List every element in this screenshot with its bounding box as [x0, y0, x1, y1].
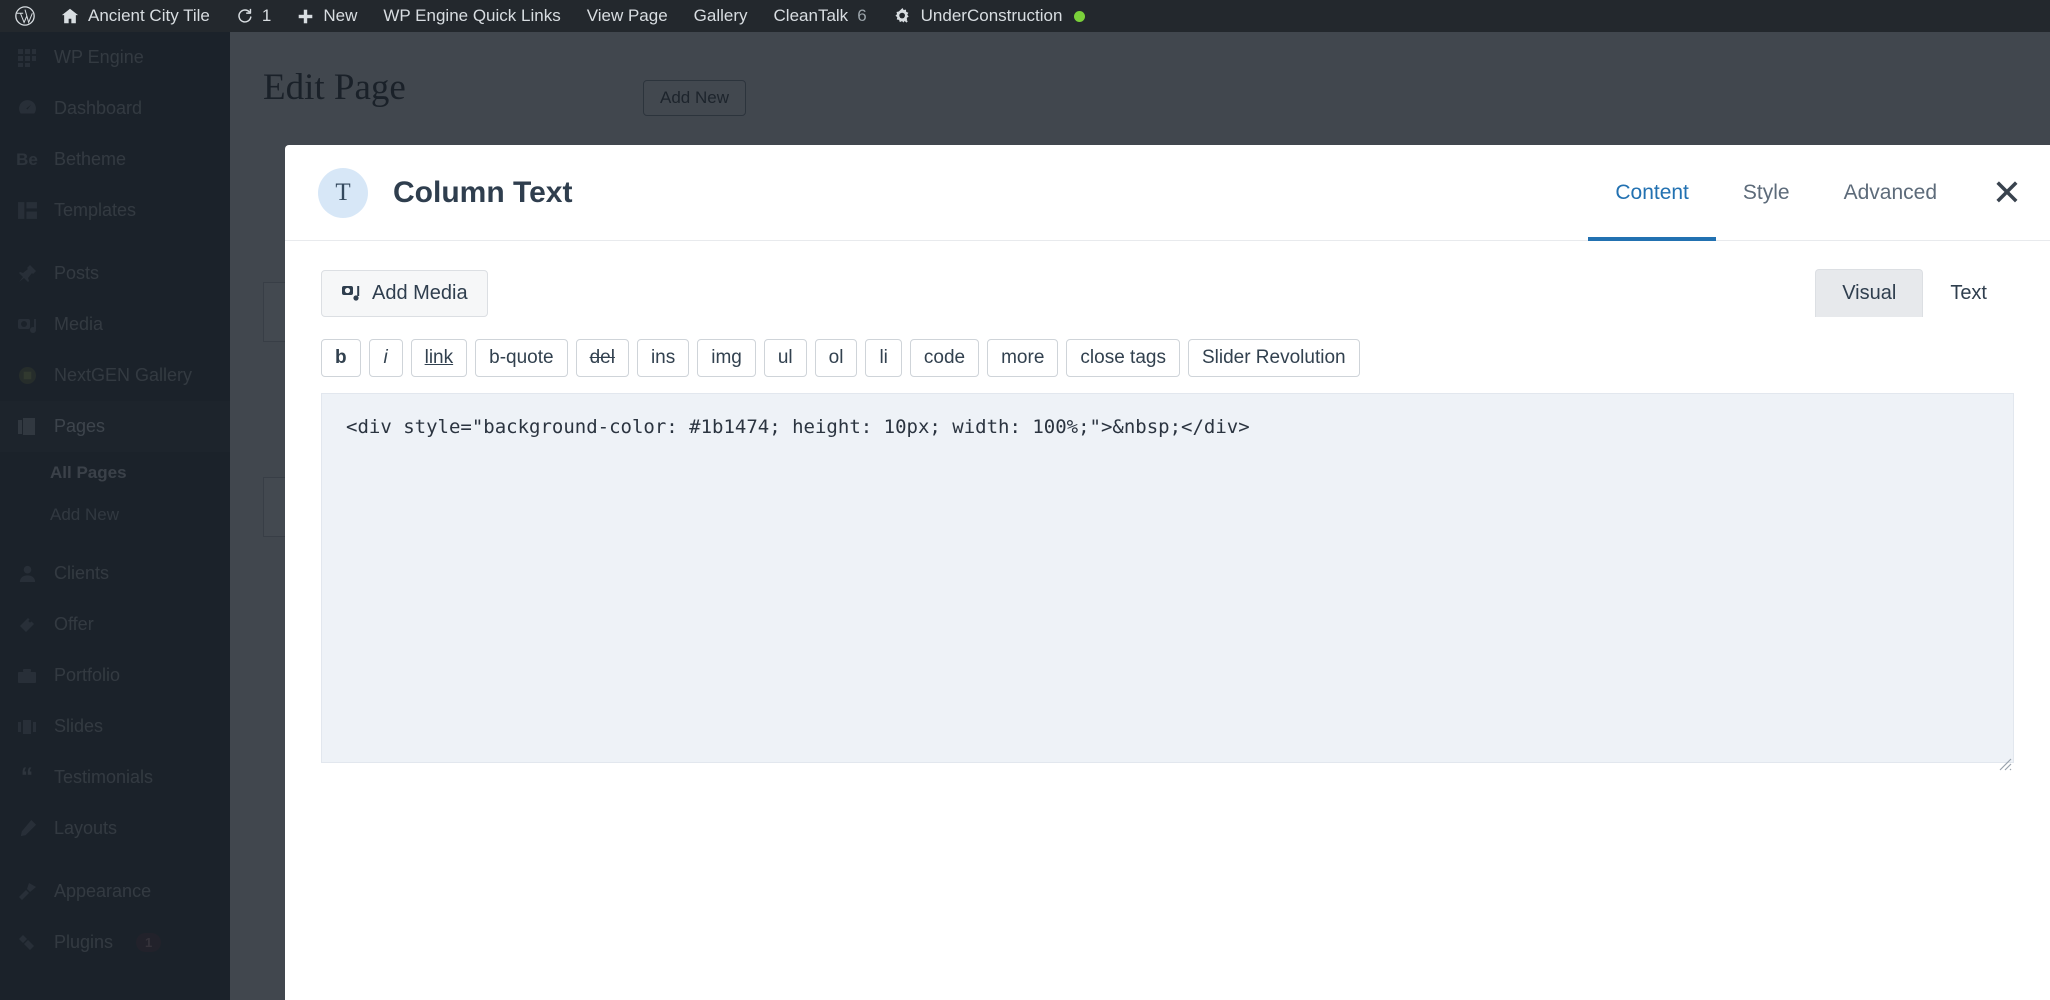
- wp-engine-quick-links-label: WP Engine Quick Links: [383, 6, 561, 25]
- quicktag-slider-revolution[interactable]: Slider Revolution: [1187, 339, 1360, 377]
- cleantalk-button[interactable]: CleanTalk 6: [761, 0, 880, 32]
- editor-topbar: Add Media Visual Text: [321, 269, 2014, 317]
- view-page-label: View Page: [586, 6, 668, 25]
- modal-title: Column Text: [393, 175, 573, 209]
- plus-icon: [297, 8, 314, 25]
- tab-style[interactable]: Style: [1716, 145, 1817, 241]
- close-icon[interactable]: ✕: [1964, 145, 2050, 241]
- visual-mode-button[interactable]: Visual: [1815, 269, 1924, 317]
- quicktag-more[interactable]: more: [987, 339, 1059, 377]
- quicktag-code[interactable]: code: [909, 339, 980, 377]
- gallery-label: Gallery: [693, 6, 748, 25]
- gear-search-icon: [893, 7, 912, 26]
- quicktag-ol[interactable]: ol: [814, 339, 858, 377]
- wordpress-logo-button[interactable]: [0, 0, 48, 32]
- gallery-button[interactable]: Gallery: [681, 0, 761, 32]
- tab-label: Advanced: [1843, 180, 1937, 204]
- add-media-label: Add Media: [372, 281, 468, 304]
- underconstruction-label: UnderConstruction: [920, 6, 1063, 25]
- updates-button[interactable]: 1: [223, 0, 284, 32]
- site-name-label: Ancient City Tile: [88, 6, 210, 25]
- tab-content[interactable]: Content: [1588, 145, 1716, 241]
- quicktag-b-quote[interactable]: b-quote: [475, 339, 568, 377]
- column-text-modal: T Column Text Content Style Advanced ✕ A…: [285, 145, 2050, 1000]
- quicktag-li[interactable]: li: [865, 339, 902, 377]
- quicktag-link[interactable]: link: [410, 339, 468, 377]
- editor-mode-switch: Visual Text: [1815, 269, 2014, 317]
- resize-handle-icon[interactable]: [1996, 755, 2012, 771]
- tab-label: Content: [1615, 180, 1689, 204]
- wordpress-icon: [14, 5, 36, 27]
- tab-label: Style: [1742, 180, 1790, 204]
- new-content-button[interactable]: New: [284, 0, 370, 32]
- tab-advanced[interactable]: Advanced: [1817, 145, 1964, 241]
- modal-tabs: Content Style Advanced ✕: [1588, 145, 2050, 241]
- quicktag-ul[interactable]: ul: [763, 339, 807, 377]
- updates-count: 1: [261, 6, 272, 25]
- status-indicator-dot: [1074, 10, 1086, 22]
- add-media-button[interactable]: Add Media: [321, 269, 488, 317]
- quicktag-close-tags[interactable]: close tags: [1066, 339, 1180, 377]
- quicktag-img[interactable]: img: [697, 339, 756, 377]
- wp-engine-quick-links-button[interactable]: WP Engine Quick Links: [370, 0, 573, 32]
- wp-admin-bar: Ancient City Tile 1 New WP Engine Quick …: [0, 0, 2050, 32]
- quicktag-del[interactable]: del: [575, 339, 629, 377]
- cleantalk-count: 6: [857, 6, 867, 25]
- view-page-button[interactable]: View Page: [574, 0, 681, 32]
- text-mode-button[interactable]: Text: [1923, 269, 2014, 317]
- modal-header: T Column Text Content Style Advanced ✕: [285, 145, 2050, 241]
- quicktags-toolbar: b i link b-quote del ins img ul ol li co…: [321, 339, 2014, 377]
- quicktag-italic[interactable]: i: [368, 339, 403, 377]
- underconstruction-button[interactable]: UnderConstruction: [880, 0, 1099, 32]
- site-name-button[interactable]: Ancient City Tile: [48, 0, 223, 32]
- quicktag-ins[interactable]: ins: [636, 339, 690, 377]
- column-text-type-icon: T: [318, 167, 368, 218]
- code-textarea[interactable]: <div style="background-color: #1b1474; h…: [321, 393, 2014, 763]
- media-icon: [341, 283, 361, 303]
- cleantalk-label: CleanTalk: [773, 6, 849, 25]
- new-content-label: New: [323, 6, 358, 25]
- home-icon: [61, 7, 79, 25]
- editor-body: Add Media Visual Text b i link b-quote d…: [285, 241, 2050, 771]
- quicktag-bold[interactable]: b: [321, 339, 361, 377]
- updates-icon: [236, 8, 253, 25]
